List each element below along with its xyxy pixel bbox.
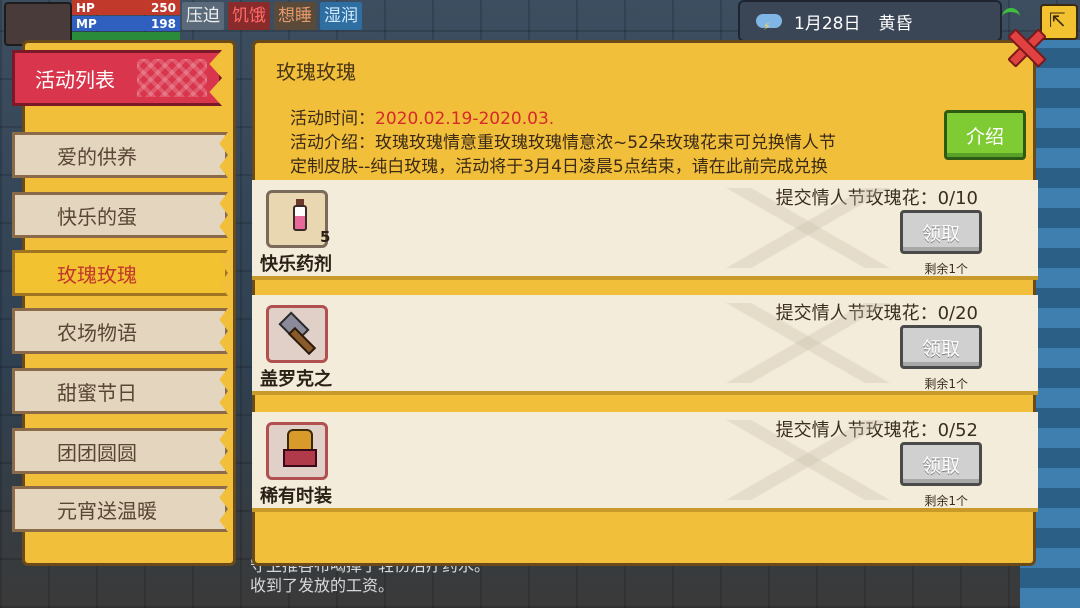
reward-row: 盖罗克之 提交情人节玫瑰花：0/20 领取 剩余1个 (252, 295, 1038, 395)
activity-list-title: 活动列表 (12, 50, 222, 106)
item-name: 稀有时装 (260, 486, 332, 507)
hammer-icon (279, 312, 319, 352)
mp-value: 198 (150, 16, 176, 31)
reward-requirement: 提交情人节玫瑰花：0/52 (775, 420, 978, 441)
reward-requirement: 提交情人节玫瑰花：0/10 (775, 188, 978, 209)
sidebar-item-farm-story[interactable]: 农场物语 (12, 308, 228, 354)
claim-button[interactable]: 领取 (900, 210, 982, 254)
wifi-icon (1002, 8, 1020, 26)
item-slot[interactable] (266, 422, 328, 480)
hp-value: 250 (150, 0, 176, 15)
reward-row: 稀有时装 提交情人节玫瑰花：0/52 领取 剩余1个 (252, 412, 1038, 512)
item-name: 盖罗克之 (260, 369, 332, 390)
sidebar-item-sweet-festival[interactable]: 甜蜜节日 (12, 368, 228, 414)
status-tag: 湿润 (320, 2, 362, 30)
mp-bar: MP 198 (72, 16, 180, 31)
claim-button[interactable]: 领取 (900, 442, 982, 486)
remaining-count: 剩余1个 (924, 494, 968, 508)
item-slot[interactable] (266, 190, 328, 248)
sidebar-item-lantern-warmth[interactable]: 元宵送温暖 (12, 486, 228, 532)
stamina-bar (72, 32, 180, 40)
item-name: 快乐药剂 (260, 254, 332, 275)
potion-icon (291, 199, 309, 233)
status-tag: 饥饿 (228, 2, 270, 30)
time-of-day: 黄昏 (878, 13, 913, 34)
hp-bar: HP 250 (72, 0, 180, 15)
remaining-count: 剩余1个 (924, 262, 968, 276)
status-tag: 压迫 (182, 2, 224, 30)
event-intro-line: 活动介绍：玫瑰玫瑰情意重玫瑰玫瑰情意浓~52朵玫瑰花束可兑换情人节 (290, 133, 836, 153)
event-title: 玫瑰玫瑰 (276, 60, 356, 84)
sidebar-item-reunion[interactable]: 团团圆圆 (12, 428, 228, 474)
sidebar-item-happy-egg[interactable]: 快乐的蛋 (12, 192, 228, 238)
item-count: 5 (320, 228, 331, 246)
date-text: 1月28日 (794, 13, 861, 34)
costume-icon (283, 429, 317, 469)
player-stats: HP 250 MP 198 (72, 0, 180, 41)
remaining-count: 剩余1个 (924, 377, 968, 391)
event-intro-line: 定制皮肤--纯白玫瑰，活动将于3月4日凌晨5点结束，请在此前完成兑换 (290, 157, 828, 177)
reward-row: 5 快乐药剂 提交情人节玫瑰花：0/10 领取 剩余1个 (252, 180, 1038, 280)
thunderstorm-icon (754, 10, 784, 33)
event-time-label: 活动时间： (290, 109, 375, 129)
event-time: 活动时间：2020.02.19-2020.03. (290, 104, 554, 129)
sidebar-item-love-offering[interactable]: 爱的供养 (12, 132, 228, 178)
status-tag: 想睡 (274, 2, 316, 30)
claim-button[interactable]: 领取 (900, 325, 982, 369)
event-time-value: 2020.02.19-2020.03. (375, 109, 555, 129)
item-slot[interactable] (266, 305, 328, 363)
reward-requirement: 提交情人节玫瑰花：0/20 (775, 303, 978, 324)
date-weather-box: 1月28日 黄昏 (738, 0, 1002, 42)
sidebar-item-rose-rose[interactable]: 玫瑰玫瑰 (12, 250, 228, 296)
status-effects: 压迫 饥饿 想睡 湿润 (182, 2, 362, 30)
mp-label: MP (76, 16, 97, 31)
intro-button[interactable]: 介绍 (944, 110, 1026, 160)
close-icon[interactable] (1004, 26, 1048, 70)
log-line: 收到了发放的工资。 (250, 576, 395, 595)
hp-label: HP (76, 0, 95, 15)
